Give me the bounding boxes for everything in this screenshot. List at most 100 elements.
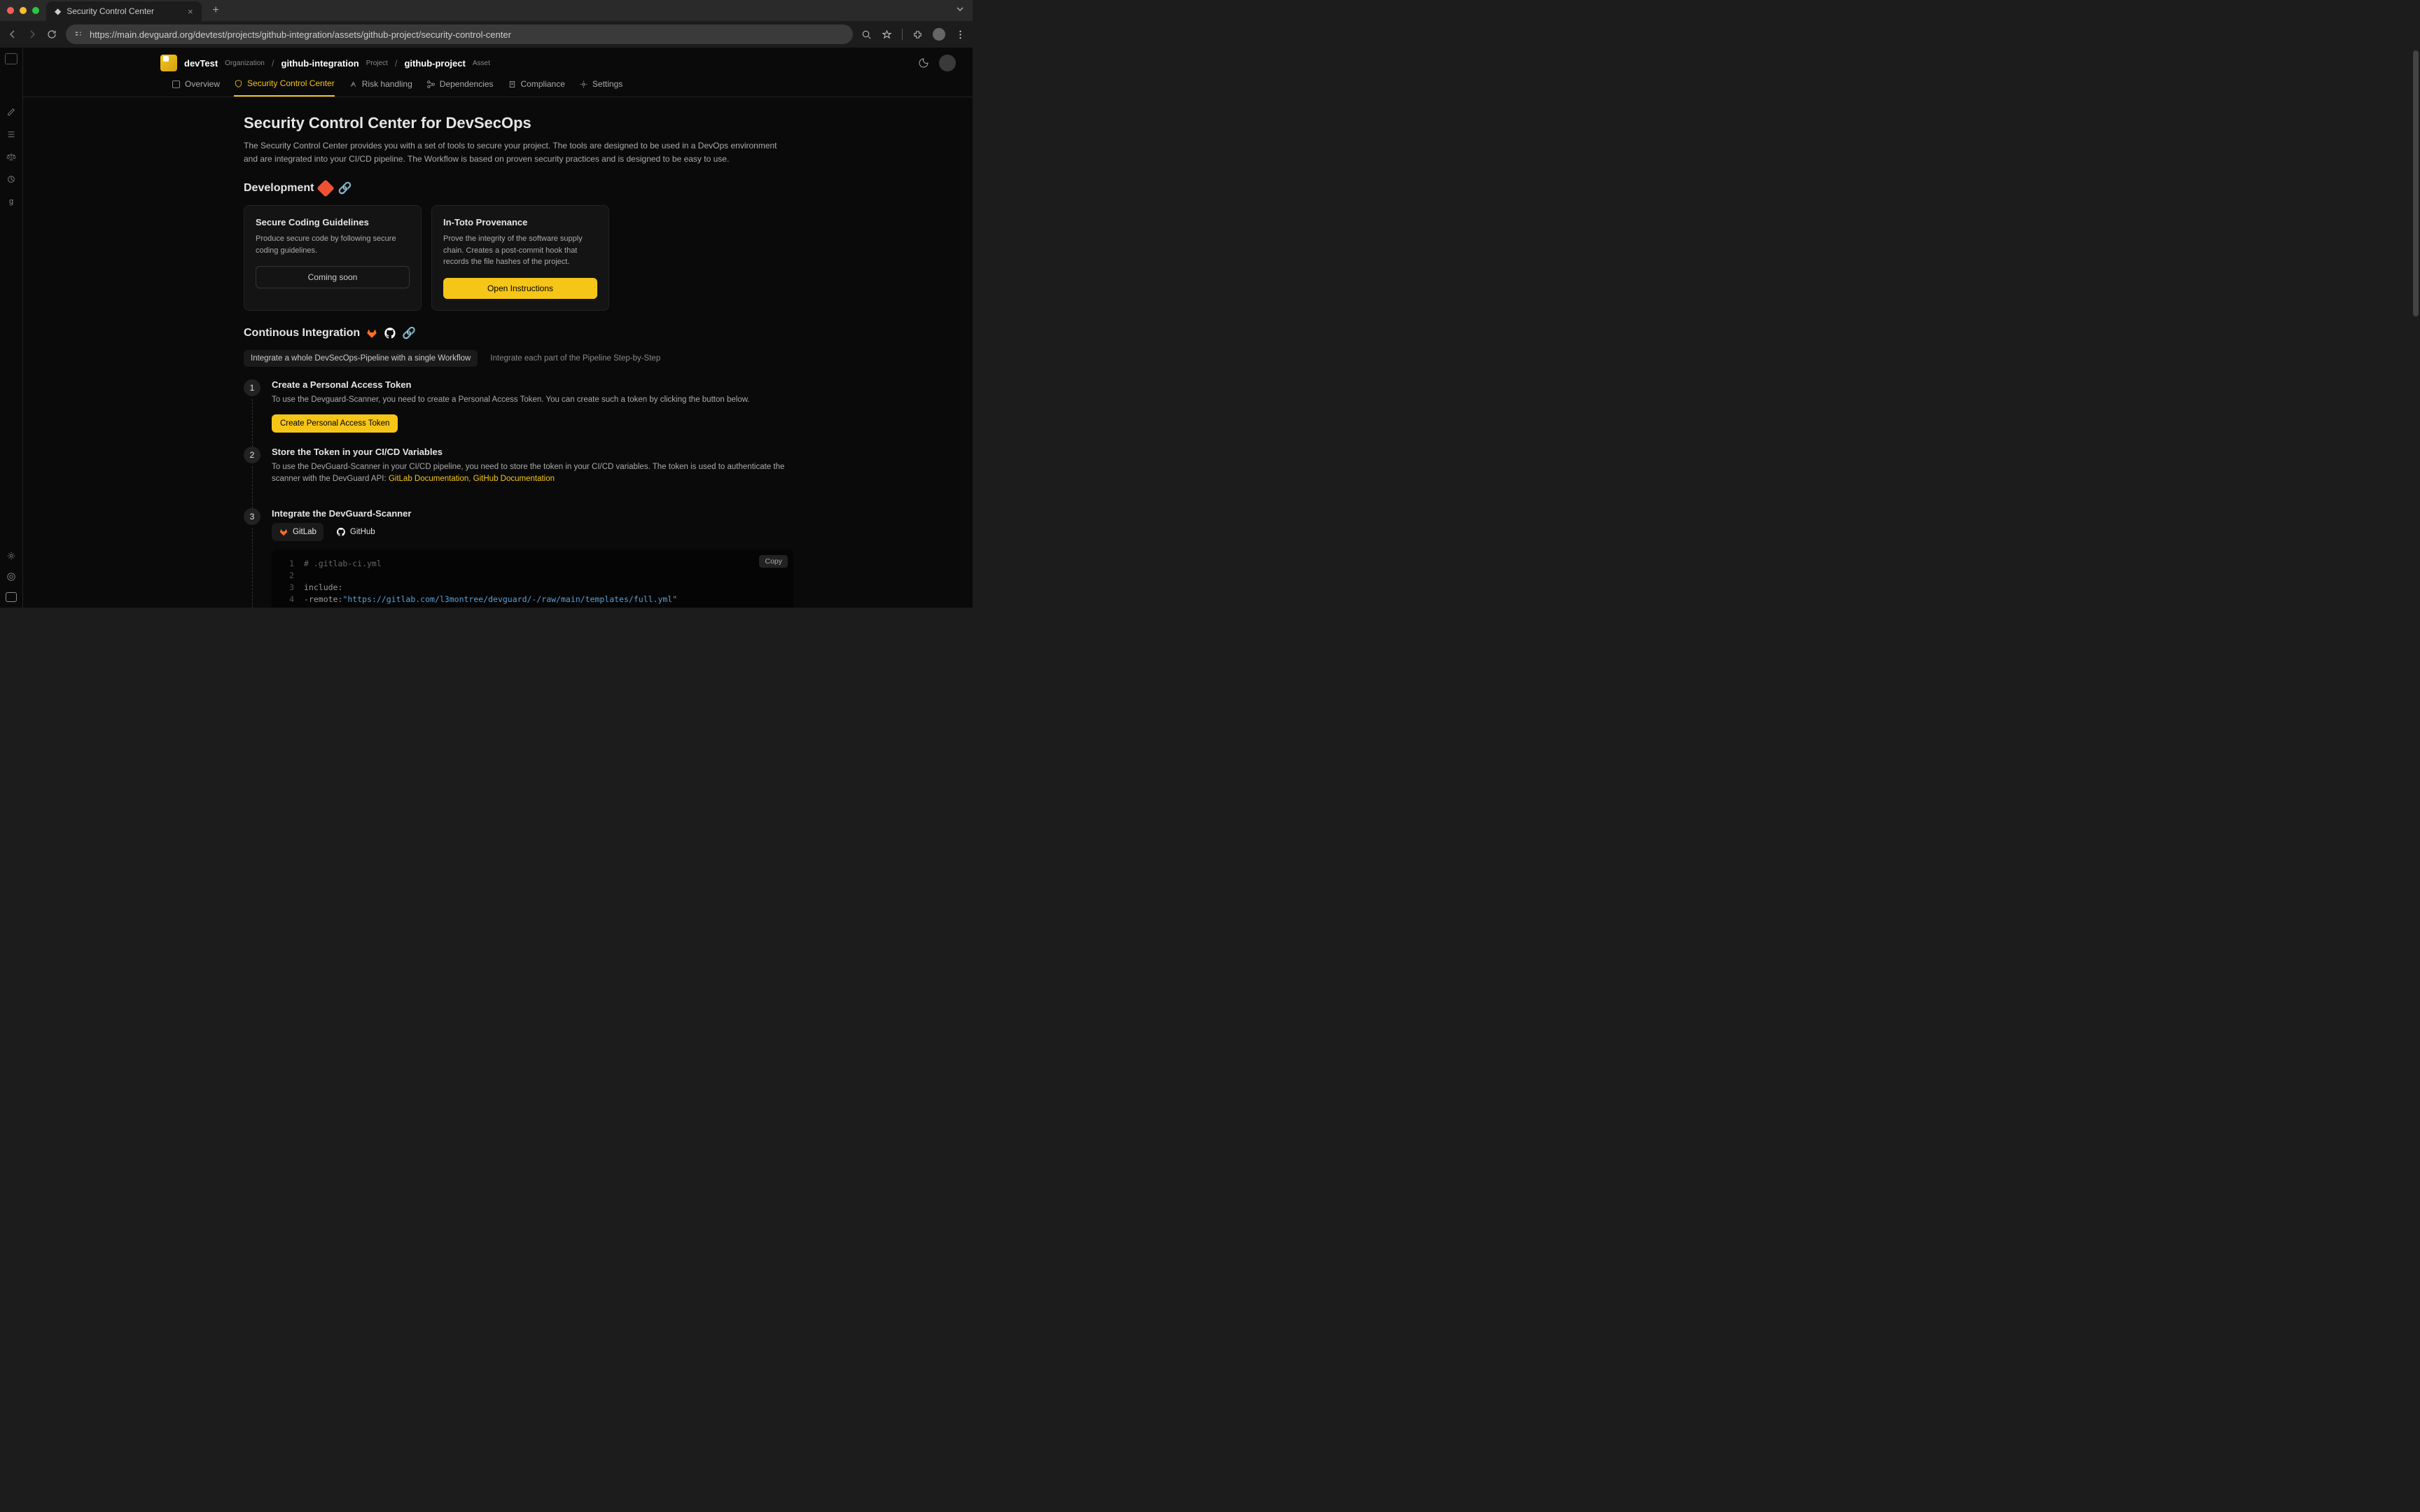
page-subtitle: The Security Control Center provides you… (244, 139, 790, 166)
main-area: devTest Organization / github-integratio… (23, 48, 973, 608)
tab-title: Security Control Center (67, 6, 154, 16)
tab-dependencies[interactable]: Dependencies (426, 78, 494, 97)
site-settings-icon[interactable] (74, 29, 84, 39)
page-content: Security Control Center for DevSecOps Th… (23, 97, 793, 608)
development-heading: Development 🔗 (244, 181, 793, 195)
github-icon (336, 527, 346, 537)
step-connector (252, 466, 253, 508)
card-desc: Produce secure code by following secure … (256, 233, 410, 256)
window-controls (7, 7, 39, 14)
maximize-window[interactable] (32, 7, 39, 14)
tab-compliance[interactable]: Compliance (508, 78, 565, 97)
development-cards: Secure Coding Guidelines Produce secure … (244, 205, 793, 311)
step-connector (252, 528, 253, 608)
tab-overview[interactable]: Overview (172, 78, 220, 97)
breadcrumb-sep: / (272, 58, 274, 69)
breadcrumb-org[interactable]: devTest (184, 58, 218, 69)
browser-tab-bar: ◆ Security Control Center × + (0, 0, 973, 21)
github-docs-link[interactable]: GitHub Documentation (473, 475, 555, 483)
step-number: 2 (244, 447, 260, 463)
chrome-actions (861, 28, 966, 41)
coming-soon-button[interactable]: Coming soon (256, 266, 410, 288)
card-desc: Prove the integrity of the software supp… (443, 233, 597, 268)
search-icon[interactable] (861, 29, 872, 40)
tab-favicon: ◆ (55, 6, 61, 16)
ci-heading: Continous Integration 🔗 (244, 326, 793, 340)
tab-security-control-center[interactable]: Security Control Center (234, 78, 335, 97)
step-desc: To use the Devguard-Scanner, you need to… (272, 394, 793, 406)
sub-tab-step-by-step[interactable]: Integrate each part of the Pipeline Step… (483, 350, 667, 367)
rail-circle-icon[interactable] (6, 174, 17, 185)
ci-sub-tabs: Integrate a whole DevSecOps-Pipeline wit… (244, 350, 793, 367)
rail-gear-icon[interactable] (6, 550, 17, 561)
gitlab-docs-link[interactable]: GitLab Documentation (389, 475, 468, 483)
breadcrumb-asset-tag: Asset (473, 59, 490, 67)
profile-avatar[interactable] (933, 28, 945, 41)
address-bar[interactable]: https://main.devguard.org/devtest/projec… (66, 24, 853, 44)
extensions-icon[interactable] (912, 29, 923, 40)
breadcrumb-project[interactable]: github-integration (281, 58, 359, 69)
card-in-toto: In-Toto Provenance Prove the integrity o… (431, 205, 609, 311)
rail-letter-g[interactable]: g (6, 196, 17, 207)
left-rail: g (0, 48, 23, 608)
step-title: Create a Personal Access Token (272, 379, 793, 390)
step-title: Store the Token in your CI/CD Variables (272, 447, 793, 457)
rail-collapse-icon[interactable] (6, 592, 17, 602)
rail-edit-icon[interactable] (6, 106, 17, 118)
user-avatar[interactable] (939, 55, 956, 71)
step-3: 3 Integrate the DevGuard-Scanner GitLab … (244, 508, 793, 608)
breadcrumb-project-tag: Project (366, 59, 388, 67)
page-title: Security Control Center for DevSecOps (244, 114, 793, 132)
rail-panel-icon[interactable] (5, 53, 18, 64)
github-icon (384, 327, 396, 340)
breadcrumb: devTest Organization / github-integratio… (184, 58, 490, 69)
open-instructions-button[interactable]: Open Instructions (443, 278, 597, 299)
theme-toggle-icon[interactable] (918, 57, 929, 69)
close-tab-icon[interactable]: × (188, 6, 193, 17)
code-block: Copy 1# .gitlab-ci.yml 2 3include: 4- re… (272, 550, 793, 608)
card-title: Secure Coding Guidelines (256, 217, 410, 227)
back-button[interactable] (7, 29, 18, 40)
breadcrumb-asset[interactable]: github-project (404, 58, 465, 69)
forward-button[interactable] (27, 29, 38, 40)
scm-pill-tabs: GitLab GitHub (272, 523, 793, 541)
pill-gitlab[interactable]: GitLab (272, 523, 324, 541)
step-connector (252, 399, 253, 447)
step-title: Integrate the DevGuard-Scanner (272, 508, 793, 519)
scrollbar[interactable] (2413, 50, 2419, 316)
rail-scale-icon[interactable] (6, 151, 17, 162)
card-secure-coding: Secure Coding Guidelines Produce secure … (244, 205, 422, 311)
link-emoji-icon: 🔗 (402, 326, 416, 340)
browser-tab[interactable]: ◆ Security Control Center × (46, 1, 202, 21)
browser-toolbar: https://main.devguard.org/devtest/projec… (0, 21, 973, 48)
bookmark-icon[interactable] (882, 29, 892, 40)
step-1: 1 Create a Personal Access Token To use … (244, 379, 793, 433)
chevron-down-icon[interactable] (954, 4, 966, 15)
top-bar: devTest Organization / github-integratio… (23, 48, 973, 71)
menu-icon[interactable] (955, 29, 966, 40)
step-number: 3 (244, 508, 260, 525)
sub-tab-single-workflow[interactable]: Integrate a whole DevSecOps-Pipeline wit… (244, 350, 478, 367)
git-icon (317, 180, 335, 197)
close-window[interactable] (7, 7, 14, 14)
gitlab-icon (279, 527, 288, 537)
rail-help-icon[interactable] (6, 571, 17, 582)
copy-button[interactable]: Copy (759, 555, 788, 568)
new-tab-button[interactable]: + (213, 4, 219, 17)
card-title: In-Toto Provenance (443, 217, 597, 227)
breadcrumb-sep: / (395, 58, 398, 69)
gitlab-icon (366, 327, 378, 340)
step-desc: To use the DevGuard-Scanner in your CI/C… (272, 461, 793, 486)
app-logo[interactable] (160, 55, 177, 71)
tab-settings[interactable]: Settings (579, 78, 623, 97)
create-pat-button[interactable]: Create Personal Access Token (272, 414, 398, 433)
step-number: 1 (244, 379, 260, 396)
tab-risk-handling[interactable]: Risk handling (349, 78, 412, 97)
step-2: 2 Store the Token in your CI/CD Variable… (244, 447, 793, 494)
minimize-window[interactable] (20, 7, 27, 14)
breadcrumb-org-tag: Organization (225, 59, 265, 67)
reload-button[interactable] (46, 29, 57, 40)
nav-tabs: Overview Security Control Center Risk ha… (23, 71, 973, 97)
rail-list-icon[interactable] (6, 129, 17, 140)
pill-github[interactable]: GitHub (329, 523, 382, 541)
